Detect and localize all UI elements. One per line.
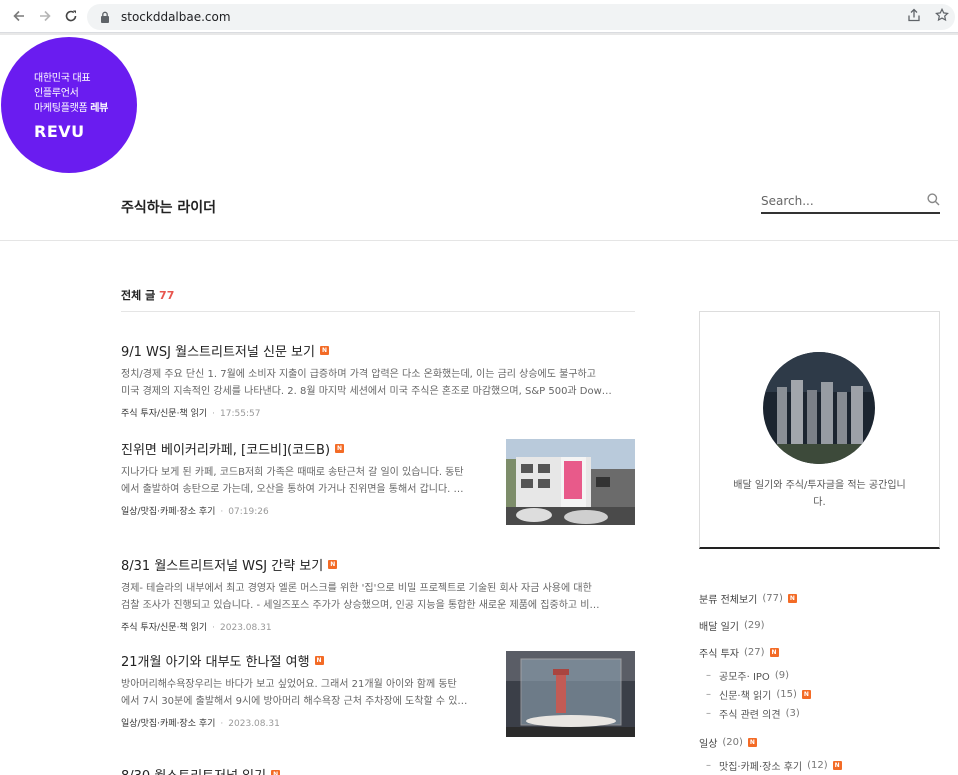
ad-line: 마케팅플랫폼 레뷰 [34,103,109,114]
post-title[interactable]: 21개월 아기와 대부도 한나절 여행 N [121,651,481,670]
post-item[interactable]: 진위면 베이커리카페, [코드비](코드B) N 지나가다 보게 된 카페, 코드… [121,439,635,525]
url-text: stockddalbae.com [121,10,231,24]
post-title[interactable]: 9/1 WSJ 월스트리트저널 신문 보기 N [121,341,635,360]
subcategory-item[interactable]: – 맛집·카페·장소 후기 (12) N [699,756,940,775]
post-time: 2023.08.31 [228,719,280,729]
new-badge: N [328,560,338,569]
arrow-right-icon [40,10,51,22]
post-item[interactable]: 8/31 월스트리트저널 WSJ 간략 보기 N 경제- 테슬라의 내부에서 최고… [121,555,635,633]
post-excerpt: 정치/경제 주요 단신 1. 7월에 소비자 지출이 급증하며 가격 압력은 다… [121,369,612,397]
post-title[interactable]: 8/30 월스트리트저널 읽기N [121,765,635,775]
arrow-left-icon [13,10,24,22]
profile-card: 배달 일기와 주식/투자글을 적는 공간입니다. [699,311,940,549]
header-divider [0,240,958,241]
post-thumbnail-aquarium[interactable] [506,651,635,737]
section-divider [121,311,635,312]
search-box [761,189,940,214]
post-count: 77 [159,289,175,302]
profile-description: 배달 일기와 주식/투자글을 적는 공간입니다. [733,480,906,508]
search-icon[interactable] [927,191,940,210]
new-badge: N [801,690,811,699]
post-item[interactable]: 8/30 월스트리트저널 읽기N [121,765,635,775]
forward-button[interactable] [34,5,56,27]
category-item[interactable]: 일상 (20) N [699,729,940,756]
subcategory-item[interactable]: – 공모주· IPO (9) [699,666,940,685]
subcategory-item[interactable]: – 신문·책 읽기 (15) N [699,685,940,704]
new-badge: N [335,444,345,453]
category-item[interactable]: 주식 투자 (27) N [699,639,940,666]
bookmark-star-icon[interactable] [935,7,949,26]
lock-icon [99,11,111,23]
section-title: 전체 글 77 [121,289,175,302]
new-badge: N [832,761,842,770]
post-time: 07:19:26 [228,507,269,517]
new-badge: N [271,770,281,775]
search-input[interactable] [761,193,911,208]
post-excerpt: 방아머리해수욕장우리는 바다가 보고 싶었어요. 그래서 21개월 아이와 함께… [121,679,468,707]
ad-line: 대한민국 대표 [34,73,91,84]
browser-toolbar: stockddalbae.com [0,0,958,33]
post-category[interactable]: 일상/맛집·카페·장소 후기 [121,719,215,729]
post-excerpt: 경제- 테슬라의 내부에서 최고 경영자 엘론 머스크를 위한 '집'으로 비밀… [121,583,600,611]
post-item[interactable]: 21개월 아기와 대부도 한나절 여행 N 방아머리해수욕장우리는 바다가 보고 … [121,651,635,737]
category-item[interactable]: 분류 전체보기 (77) N [699,585,940,612]
category-item[interactable]: 배달 일기 (29) [699,612,940,639]
blog-page: 대한민국 대표 인플루언서 마케팅플랫폼 레뷰 REVU 주식하는 라이더 전체… [0,35,958,775]
reload-button[interactable] [60,5,82,27]
subcategory-item[interactable]: – 주식 관련 의견 (3) [699,704,940,723]
new-badge: N [787,594,797,603]
post-category[interactable]: 일상/맛집·카페·장소 후기 [121,507,215,517]
new-badge: N [319,346,329,355]
revu-ad-badge[interactable]: 대한민국 대표 인플루언서 마케팅플랫폼 레뷰 REVU [1,37,137,173]
category-list: 분류 전체보기 (77) N 배달 일기 (29) 주식 투자 (27) N – 공모주· … [699,585,940,775]
back-button[interactable] [8,5,30,27]
post-meta: 주식 투자/신문·책 읽기 · 2023.08.31 [121,623,272,633]
profile-avatar[interactable] [763,352,875,464]
new-badge: N [769,648,779,657]
reload-icon [65,10,77,22]
post-title[interactable]: 8/31 월스트리트저널 WSJ 간략 보기 N [121,555,635,574]
share-icon[interactable] [907,8,921,26]
post-time: 17:55:57 [220,409,261,419]
blog-title[interactable]: 주식하는 라이더 [121,197,216,217]
address-bar[interactable]: stockddalbae.com [87,4,955,30]
post-time: 2023.08.31 [220,623,272,633]
post-meta: 일상/맛집·카페·장소 후기 · 2023.08.31 [121,719,280,729]
post-title[interactable]: 진위면 베이커리카페, [코드비](코드B) N [121,439,481,458]
post-excerpt: 지나가다 보게 된 카페, 코드B저희 가족은 때때로 송탄근처 갈 일이 있습… [121,467,464,495]
post-meta: 주식 투자/신문·책 읽기 · 17:55:57 [121,409,261,419]
post-category[interactable]: 주식 투자/신문·책 읽기 [121,623,207,633]
ad-brand: REVU [34,122,85,141]
ad-bold-suffix: 레뷰 [90,103,109,114]
new-badge: N [747,738,757,747]
post-category[interactable]: 주식 투자/신문·책 읽기 [121,409,207,419]
ad-line: 인플루언서 [34,88,79,99]
post-meta: 일상/맛집·카페·장소 후기 · 07:19:26 [121,507,269,517]
new-badge: N [314,656,324,665]
post-item[interactable]: 9/1 WSJ 월스트리트저널 신문 보기 N 정치/경제 주요 단신 1. 7월… [121,341,635,419]
post-thumbnail-cafe-building[interactable] [506,439,635,525]
